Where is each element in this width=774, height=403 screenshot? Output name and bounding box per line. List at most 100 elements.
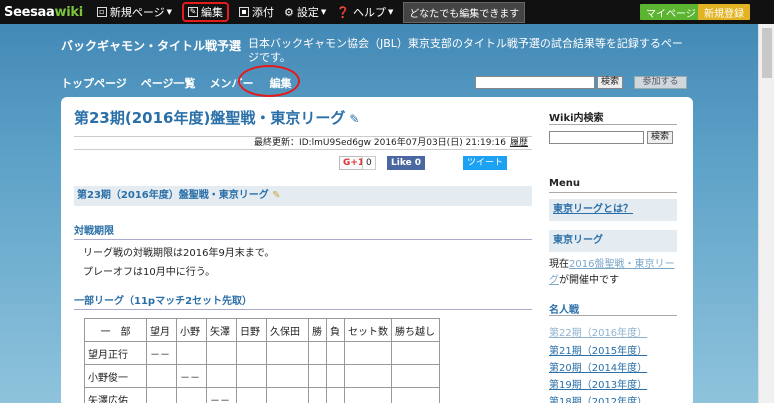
edit-highlight-circle	[238, 65, 300, 97]
table-cell	[266, 387, 309, 403]
table-cell	[176, 341, 207, 365]
table-cell: －－	[206, 387, 237, 403]
table-cell	[176, 387, 207, 403]
section-heading: 第23期（2016年度）盤聖戦・東京リーグ ✎	[74, 186, 532, 206]
meijin-link-21[interactable]: 第21期（2015年度）	[549, 342, 647, 357]
meijin-link-18[interactable]: 第18期（2012年度）	[549, 393, 647, 403]
google-plus-count: 0	[362, 156, 376, 170]
table-cell	[308, 341, 327, 365]
table-cell	[344, 364, 392, 388]
table-cell	[308, 364, 327, 388]
divider	[549, 192, 677, 193]
table-header-row: 一 部 望月 小野 矢澤 日野 久保田 勝 負 セット数 勝ち越し	[84, 318, 440, 342]
menu-title: Menu	[549, 178, 580, 189]
table-cell: －－	[176, 364, 207, 388]
table-row: 矢澤広佑 －－	[84, 387, 440, 403]
table-row: 望月正行 －－	[84, 341, 440, 365]
table-cell	[146, 387, 177, 403]
caret-down-icon: ▼	[320, 8, 327, 16]
anyone-edit-badge: どなたでも編集できます	[403, 1, 526, 23]
meijin-link-19[interactable]: 第19期（2013年度）	[549, 376, 647, 391]
table-cell	[266, 341, 309, 365]
table-cell	[236, 387, 267, 403]
table-cell	[236, 341, 267, 365]
league-table: 一 部 望月 小野 矢澤 日野 久保田 勝 負 セット数 勝ち越し 望月正行 －…	[84, 318, 440, 403]
table-cell	[326, 341, 345, 365]
main-content: 第23期(2016年度)盤聖戦・東京リーグ ✎ 最終更新：ID:lmU9Sed6g…	[61, 97, 693, 403]
settings-menu[interactable]: ⚙ 設定 ▼	[284, 0, 326, 24]
table-cell: －－	[146, 341, 177, 365]
top-search-button[interactable]: 検索	[597, 76, 624, 89]
table-cell	[391, 364, 440, 388]
caret-down-icon: ▼	[388, 8, 394, 16]
top-search-input[interactable]	[475, 76, 595, 89]
edit-menu[interactable]: ✎ 編集	[182, 2, 230, 22]
table-cell	[344, 387, 392, 403]
menu-box-tokyo: 東京リーグ	[549, 230, 677, 252]
meijin-title: 名人戦	[549, 305, 579, 316]
join-button[interactable]: 参加する	[634, 76, 687, 89]
table-cell	[266, 364, 309, 388]
nav-top-page[interactable]: トップページ	[61, 75, 127, 91]
scrollbar-thumb[interactable]	[762, 28, 772, 78]
nav-page-list[interactable]: ページ一覧	[141, 75, 196, 91]
last-updated: 最終更新：ID:lmU9Sed6gw 2016年07月03日(日) 21:19:…	[74, 136, 532, 150]
table-cell	[206, 341, 237, 365]
help-icon: ❓	[336, 5, 350, 19]
meijin-link-20[interactable]: 第20期（2014年度）	[549, 359, 647, 374]
table-header-cell: 望月	[146, 318, 177, 342]
image-icon: ▪	[239, 7, 250, 17]
seesaa-logo[interactable]: Seesaawiki	[4, 5, 83, 20]
page-title: 第23期(2016年度)盤聖戦・東京リーグ ✎	[74, 109, 360, 127]
table-cell	[236, 364, 267, 388]
gear-icon: ⚙	[284, 5, 294, 19]
table-cell: 小野俊一	[84, 364, 147, 388]
pencil-icon[interactable]: ✎	[349, 112, 359, 126]
divider	[549, 124, 677, 125]
table-header-cell: 勝ち越し	[391, 318, 440, 342]
pencil-icon[interactable]: ✎	[272, 190, 280, 201]
current-event-text: 現在2016盤聖戦・東京リーグが開催中です	[549, 259, 675, 286]
vertical-scrollbar[interactable]	[758, 24, 774, 403]
attach-menu[interactable]: ▪ 添付	[239, 0, 274, 24]
new-page-menu[interactable]: ▫ 新規ページ ▼	[96, 0, 173, 24]
wiki-search-title: Wiki内検索	[549, 113, 604, 124]
table-cell	[326, 364, 345, 388]
table-header-cell: 小野	[176, 318, 207, 342]
meijin-link-22[interactable]: 第22期（2016年度）	[549, 324, 647, 339]
divider	[549, 315, 677, 316]
table-header-cell: 矢澤	[206, 318, 237, 342]
table-cell	[206, 364, 237, 388]
facebook-like-button[interactable]: Like 0	[387, 156, 426, 170]
league-heading: 一部リーグ（11pマッチ2セット先取）	[74, 292, 532, 310]
table-header-cell: セット数	[344, 318, 392, 342]
wiki-search-button[interactable]: 検索	[647, 131, 674, 144]
table-header-cell: 日野	[236, 318, 267, 342]
tweet-button[interactable]: ツイート	[463, 156, 508, 170]
wiki-search-input[interactable]	[549, 131, 644, 144]
table-header-cell: 負	[326, 318, 345, 342]
table-cell	[344, 341, 392, 365]
table-cell	[391, 387, 440, 403]
history-link[interactable]: 履歴	[510, 138, 528, 148]
table-cell	[391, 341, 440, 365]
deadline-text-1: リーグ戦の対戦期限は2016年9月末まで。	[83, 248, 275, 259]
table-header-cell: 勝	[308, 318, 327, 342]
table-cell	[326, 387, 345, 403]
caret-down-icon: ▼	[166, 8, 173, 16]
help-menu[interactable]: ❓ ヘルプ ▼	[336, 0, 393, 24]
menu-link-about[interactable]: 東京リーグとは？	[549, 199, 677, 221]
table-header-cell: 一 部	[84, 318, 147, 342]
page-icon: ▫	[96, 7, 107, 17]
table-cell: 望月正行	[84, 341, 147, 365]
site-title[interactable]: バックギャモン・タイトル戦予選	[61, 37, 241, 54]
table-cell	[308, 387, 327, 403]
register-button[interactable]: 新規登録	[698, 4, 750, 20]
mypage-button[interactable]: マイページ	[640, 4, 702, 20]
site-description: 日本バックギャモン協会（JBL）東京支部のタイトル戦予選の試合結果等を記録するペ…	[248, 37, 683, 64]
edit-icon: ✎	[188, 7, 199, 17]
table-cell: 矢澤広佑	[84, 387, 147, 403]
table-cell	[146, 364, 177, 388]
table-row: 小野俊一 －－	[84, 364, 440, 388]
table-header-cell: 久保田	[266, 318, 309, 342]
